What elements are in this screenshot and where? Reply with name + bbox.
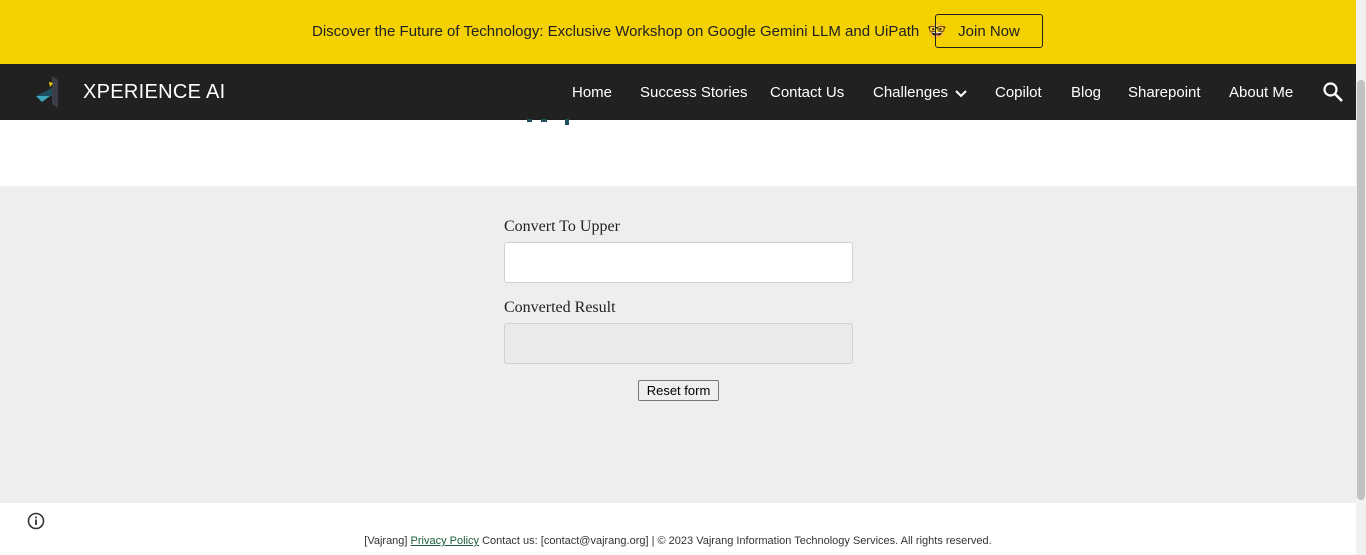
scrollbar-thumb[interactable] <box>1357 80 1365 500</box>
nav-item-about-me[interactable]: About Me <box>1229 84 1293 101</box>
logo-icon[interactable] <box>30 74 64 110</box>
top-navigation: XPERIENCE AI Home Success Stories Contac… <box>0 64 1356 120</box>
search-icon[interactable] <box>1322 81 1344 103</box>
nav-item-home[interactable]: Home <box>572 84 612 101</box>
nav-item-challenges[interactable]: Challenges <box>873 84 948 101</box>
convert-to-upper-label: Convert To Upper <box>504 218 620 235</box>
footer-contact-text: Contact us: [contact@vajrang.org] | © 20… <box>482 535 992 547</box>
site-title[interactable]: XPERIENCE AI <box>83 81 226 104</box>
converted-result-field <box>504 323 853 364</box>
announcement-banner: Discover the Future of Technology: Exclu… <box>0 0 1356 64</box>
chevron-down-icon[interactable] <box>953 86 969 102</box>
convert-to-upper-input[interactable] <box>504 242 853 283</box>
privacy-policy-link[interactable]: Privacy Policy <box>411 535 479 547</box>
nav-item-contact-us[interactable]: Contact Us <box>770 84 844 101</box>
page: Discover the Future of Technology: Exclu… <box>0 0 1366 555</box>
banner-text: Discover the Future of Technology: Exclu… <box>312 23 920 40</box>
nav-item-sharepoint[interactable]: Sharepoint <box>1128 84 1201 101</box>
info-icon[interactable] <box>27 512 45 530</box>
reset-form-button[interactable]: Reset form <box>638 380 719 401</box>
nav-item-success-stories[interactable]: Success Stories <box>640 84 748 101</box>
converted-result-label: Converted Result <box>504 299 616 316</box>
footer-text: [Vajrang] Privacy Policy Contact us: [co… <box>0 535 1356 547</box>
join-now-button[interactable]: Join Now <box>935 14 1043 48</box>
heading-remnant <box>527 119 569 125</box>
nav-item-blog[interactable]: Blog <box>1071 84 1101 101</box>
footer-prefix: [Vajrang] <box>364 535 408 547</box>
banner-text-container: Discover the Future of Technology: Exclu… <box>312 22 946 40</box>
nav-item-copilot[interactable]: Copilot <box>995 84 1042 101</box>
